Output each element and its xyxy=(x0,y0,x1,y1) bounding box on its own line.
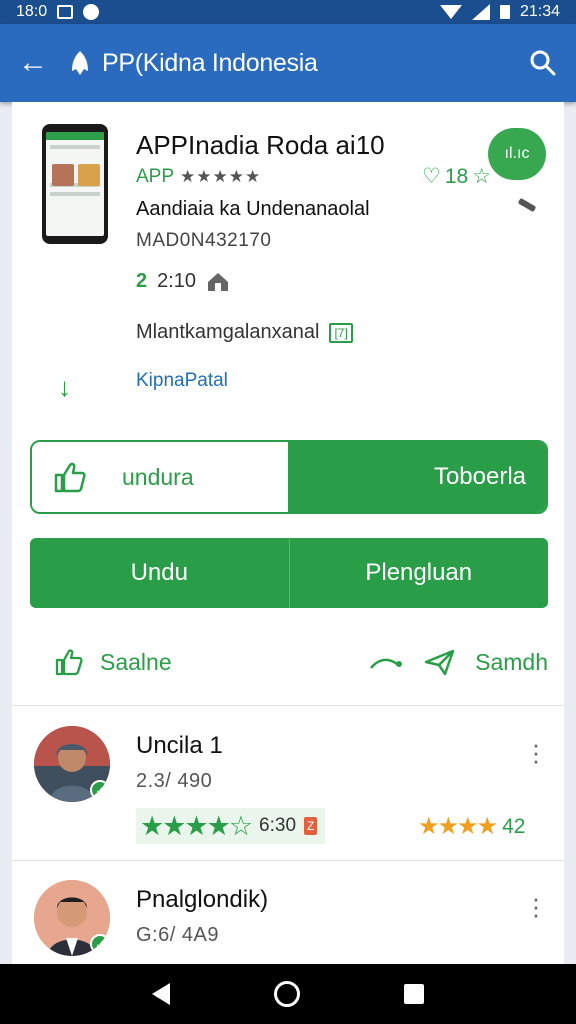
app-details-card: APPInadia Roda ai10 APP ★★★★★ ♡ 18 ☆ ıl.… xyxy=(12,102,564,964)
category-badge: [7] xyxy=(329,322,353,343)
share-icon xyxy=(370,658,403,669)
app-name: APPInadia Roda ai10 xyxy=(136,130,385,160)
audio-badge[interactable]: ıl.ıc xyxy=(488,128,546,180)
rating-count: ♡ 18 ☆ xyxy=(422,164,492,189)
heart-icon: ♡ xyxy=(422,165,441,188)
primary-action-button[interactable]: Toboerla xyxy=(288,442,546,512)
like-button[interactable]: undura xyxy=(32,442,288,512)
divider xyxy=(12,860,564,861)
nav-recents-icon[interactable] xyxy=(404,984,424,1004)
photo-notification-icon xyxy=(57,5,74,19)
app-stars: ★★★★★ xyxy=(180,167,262,186)
review-date: 2.3/ 490 xyxy=(136,770,213,792)
app-type-row: APP ★★★★★ xyxy=(136,166,261,188)
like-label: undura xyxy=(122,463,194,490)
reviewer-name: Uncila 1 xyxy=(136,732,223,759)
review-stars: ★★★★☆ xyxy=(140,810,253,841)
send-button[interactable]: Samdh xyxy=(369,647,548,677)
status-bar: 18:0 21:34 xyxy=(0,0,576,24)
app-thumbnail[interactable] xyxy=(42,124,108,244)
meta-value: 2 xyxy=(136,270,148,292)
detail-link[interactable]: KipnaPatal xyxy=(136,370,228,392)
nav-home-icon[interactable] xyxy=(274,981,300,1007)
meta-text: 2:10 xyxy=(157,270,197,292)
wifi-icon xyxy=(439,5,462,19)
verified-check-icon: ✓ xyxy=(90,780,110,800)
send-icon xyxy=(424,649,455,676)
meta-row: 2 2:10 xyxy=(136,270,230,293)
back-arrow-icon[interactable]: ← xyxy=(18,46,62,80)
app-bar-title: PP(Kidna Indonesia xyxy=(102,48,318,77)
divider xyxy=(12,705,564,706)
system-nav-bar xyxy=(0,964,576,1024)
avatar[interactable]: ✓ xyxy=(34,880,110,956)
share-button[interactable]: Saalne xyxy=(30,647,172,677)
category-label: Mlantkamgalanxanal xyxy=(136,321,320,343)
secondary-label: Plengluan xyxy=(365,559,473,586)
review-score-right: ★★★★ 42 xyxy=(418,812,525,841)
home-icon xyxy=(208,272,229,291)
download-arrow-icon: ↓ xyxy=(58,372,71,402)
app-type-label: APP xyxy=(136,166,175,187)
more-vert-icon[interactable]: · · · xyxy=(530,731,542,773)
thumbs-up-icon xyxy=(55,649,83,676)
app-developer: Aandiaia ka Undenanaolal xyxy=(136,198,370,220)
share-label: Saalne xyxy=(100,648,172,675)
app-code: MAD0N432170 xyxy=(136,230,272,251)
nav-back-icon[interactable] xyxy=(152,983,170,1005)
app-logo-icon xyxy=(72,51,88,75)
app-bar: ← PP(Kidna Indonesia xyxy=(0,24,576,102)
star-outline-icon: ☆ xyxy=(472,165,492,188)
send-label: Samdh xyxy=(475,648,548,675)
verified-check-icon: ✓ xyxy=(90,934,110,954)
review-rating: ★★★★☆ 6:30 Z xyxy=(136,808,326,844)
review-date: G:6/ 4A9 xyxy=(136,924,219,946)
review-rating-value: 6:30 xyxy=(259,815,297,836)
install-button[interactable]: Undu xyxy=(30,538,289,608)
chat-notification-icon xyxy=(83,4,100,20)
reviewer-name: Pnalglondik) xyxy=(136,886,269,913)
install-label: Undu xyxy=(130,559,188,586)
action-row: Saalne Samdh xyxy=(30,642,548,682)
more-vert-icon[interactable]: · · · xyxy=(530,885,542,927)
pin-icon xyxy=(517,197,537,213)
secondary-button[interactable]: Plengluan xyxy=(288,538,549,608)
install-button-row: Undu Plengluan xyxy=(30,538,548,608)
avatar[interactable]: ✓ xyxy=(34,726,110,802)
primary-action-label: Toboerla xyxy=(433,463,526,490)
thumbs-up-icon xyxy=(54,462,86,493)
search-icon[interactable] xyxy=(528,48,558,78)
review-score-value: 42 xyxy=(502,814,526,838)
review-rating-badge: Z xyxy=(304,817,318,835)
signal-icon xyxy=(471,4,490,20)
review-stars-right: ★★★★ xyxy=(418,813,498,840)
split-action-button: undura Toboerla xyxy=(30,440,548,514)
battery-icon xyxy=(499,5,510,19)
status-time: 18:0 xyxy=(16,3,48,20)
status-clock: 21:34 xyxy=(519,3,560,20)
category-row: Mlantkamgalanxanal [7] xyxy=(136,321,353,344)
